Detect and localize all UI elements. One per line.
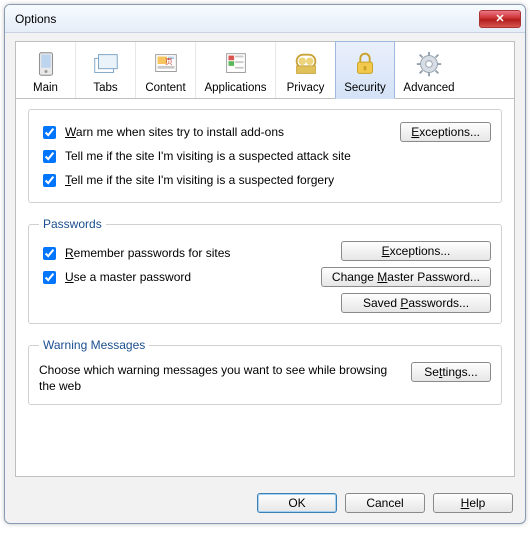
attack-site-row[interactable]: Tell me if the site I'm visiting is a su… <box>39 147 491 166</box>
saved-passwords-button[interactable]: Saved Passwords... <box>341 293 491 313</box>
warn-addons-checkbox[interactable] <box>43 126 56 139</box>
tab-content-label: Content <box>140 82 191 94</box>
warning-messages-group: Warning Messages Choose which warning me… <box>28 338 502 405</box>
close-icon: ✕ <box>495 12 504 25</box>
passwords-legend: Passwords <box>39 217 106 231</box>
addons-exceptions-button[interactable]: Exceptions... <box>400 122 491 142</box>
password-exceptions-button[interactable]: Exceptions... <box>341 241 491 261</box>
warn-addons-row[interactable]: Warn me when sites try to install add-on… <box>39 123 400 142</box>
security-icon <box>340 48 390 80</box>
tab-security[interactable]: Security <box>335 41 395 99</box>
cancel-button[interactable]: Cancel <box>345 493 425 513</box>
content-icon: 页 <box>140 48 191 80</box>
master-password-label: Use a master password <box>65 270 191 284</box>
warning-messages-text: Choose which warning messages you want t… <box>39 362 401 394</box>
tab-main-label: Main <box>20 82 71 94</box>
remember-passwords-checkbox[interactable] <box>43 247 56 260</box>
main-icon <box>20 48 71 80</box>
tab-applications-label: Applications <box>200 82 271 94</box>
master-password-checkbox[interactable] <box>43 271 56 284</box>
remember-passwords-row[interactable]: Remember passwords for sites <box>39 244 311 263</box>
tab-advanced-label: Advanced <box>398 82 460 94</box>
change-master-password-button[interactable]: Change Master Password... <box>321 267 491 287</box>
help-button[interactable]: Help <box>433 493 513 513</box>
master-password-row[interactable]: Use a master password <box>39 268 311 287</box>
tab-advanced[interactable]: Advanced <box>394 42 464 98</box>
security-panel: Warn me when sites try to install add-on… <box>15 98 515 477</box>
tab-security-label: Security <box>340 82 390 94</box>
tab-content[interactable]: 页 Content <box>136 42 196 98</box>
svg-text:页: 页 <box>165 57 173 66</box>
tab-main[interactable]: Main <box>16 42 76 98</box>
attack-site-label: Tell me if the site I'm visiting is a su… <box>65 149 351 163</box>
ok-button[interactable]: OK <box>257 493 337 513</box>
category-tabstrip: Main Tabs 页 Content Applications Privacy <box>15 41 515 98</box>
forgery-row[interactable]: Tell me if the site I'm visiting is a su… <box>39 171 491 190</box>
dialog-footer: OK Cancel Help <box>5 487 525 523</box>
remember-passwords-label: Remember passwords for sites <box>65 246 230 260</box>
tab-privacy-label: Privacy <box>280 82 331 94</box>
applications-icon <box>200 48 271 80</box>
close-button[interactable]: ✕ <box>479 10 521 28</box>
warning-messages-legend: Warning Messages <box>39 338 149 352</box>
privacy-icon <box>280 48 331 80</box>
titlebar: Options ✕ <box>5 5 525 33</box>
tabs-icon <box>80 48 131 80</box>
tab-tabs-label: Tabs <box>80 82 131 94</box>
passwords-group: Passwords Remember passwords for sites U… <box>28 217 502 324</box>
tab-applications[interactable]: Applications <box>196 42 276 98</box>
tab-privacy[interactable]: Privacy <box>276 42 336 98</box>
window-title: Options <box>15 12 479 26</box>
options-window: Options ✕ Main Tabs 页 Content <box>4 4 526 524</box>
advanced-icon <box>398 48 460 80</box>
forgery-checkbox[interactable] <box>43 174 56 187</box>
attack-site-checkbox[interactable] <box>43 150 56 163</box>
forgery-label: Tell me if the site I'm visiting is a su… <box>65 173 334 187</box>
warn-addons-label: Warn me when sites try to install add-on… <box>65 125 284 139</box>
general-group: Warn me when sites try to install add-on… <box>28 109 502 203</box>
tab-tabs[interactable]: Tabs <box>76 42 136 98</box>
warning-settings-button[interactable]: Settings... <box>411 362 491 382</box>
